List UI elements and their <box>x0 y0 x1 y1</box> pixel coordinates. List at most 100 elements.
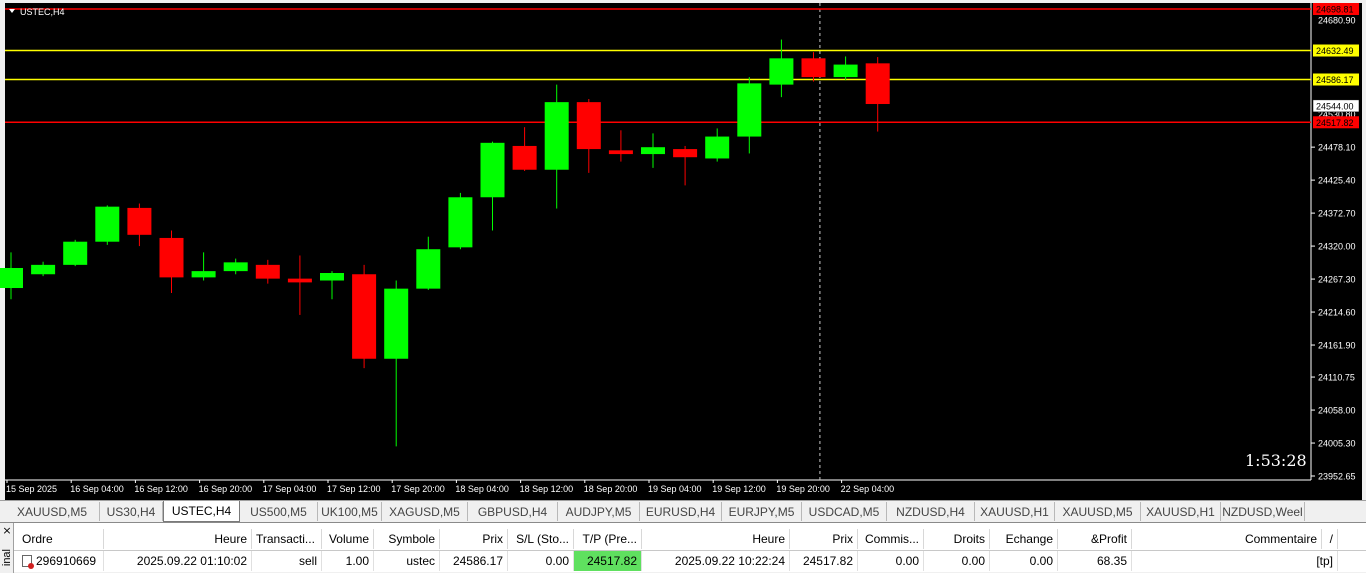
chart-symbol-label: USTEC,H4 <box>20 7 65 17</box>
candle-body <box>255 264 280 279</box>
column-header[interactable]: T/P (Pre... <box>574 529 642 549</box>
price-tick-label: 24478.10 <box>1318 143 1356 153</box>
candle-body <box>127 207 152 235</box>
column-header[interactable]: Prix <box>790 529 858 549</box>
column-header[interactable]: S/L (Sto... <box>508 529 574 549</box>
column-header[interactable]: Prix <box>440 529 508 549</box>
table-cell: 0.00 <box>924 551 990 571</box>
price-level-label: 24698.81 <box>1316 5 1354 15</box>
candle-body <box>608 150 633 155</box>
column-header[interactable]: Commis... <box>858 529 924 549</box>
time-tick-label: 17 Sep 04:00 <box>263 484 317 494</box>
chart-tab[interactable]: NZDUSD,H4 <box>887 502 975 521</box>
chart-tab[interactable]: XAUUSD,H1 <box>1141 502 1221 521</box>
table-cell: 68.35 <box>1058 551 1132 571</box>
price-level-label: 24517.82 <box>1316 118 1354 128</box>
price-tick-label: 24680.90 <box>1318 16 1356 26</box>
price-tick-label: 24320.00 <box>1318 242 1356 252</box>
table-cell: 2025.09.22 10:22:24 <box>642 551 790 571</box>
table-cell: 0.00 <box>990 551 1058 571</box>
chart-window[interactable]: 24005.30 24058.00 24110.75 24161.90 24214.60… <box>0 0 1366 500</box>
table-cell: 0.00 <box>508 551 574 571</box>
candle-body <box>384 288 409 359</box>
table-cell: 1.00 <box>322 551 374 571</box>
candle-body <box>95 206 120 242</box>
candle-body <box>576 102 601 150</box>
table-cell: sell <box>252 551 322 571</box>
chart-tab[interactable]: USTEC,H4 <box>163 501 240 522</box>
chart-tab[interactable]: GBPUSD,H4 <box>468 502 558 521</box>
terminal-label: inal <box>1 549 13 567</box>
chart-tab[interactable]: XAUUSD,M5 <box>5 502 100 521</box>
candle-body <box>801 58 826 78</box>
price-tick-label: 24161.90 <box>1318 341 1356 351</box>
price-tick-label: 24425.40 <box>1318 176 1356 186</box>
column-header[interactable]: Echange <box>990 529 1058 549</box>
candle-body <box>287 278 312 283</box>
candle-body <box>63 241 88 265</box>
table-cell: 24586.17 <box>440 551 508 571</box>
column-header[interactable]: &Profit <box>1058 529 1132 549</box>
chart-plot-area <box>5 3 1311 480</box>
time-tick-label: 18 Sep 12:00 <box>520 484 574 494</box>
table-cell: ustec <box>374 551 440 571</box>
candle-body <box>641 147 665 155</box>
chart-tab[interactable]: XAGUSD,M5 <box>382 502 468 521</box>
terminal-panel: × inal Ordre Heure Transacti... Volume Symbo… <box>0 522 1366 573</box>
table-cell: [tp] <box>1132 551 1338 571</box>
time-tick-label: 16 Sep 04:00 <box>70 484 124 494</box>
chart-tab[interactable]: NZDUSD,Weel <box>1221 502 1305 521</box>
candlestick-chart[interactable]: 24005.30 24058.00 24110.75 24161.90 24214.60… <box>0 0 1366 500</box>
column-header[interactable]: Symbole <box>374 529 440 549</box>
price-tick-label: 24372.70 <box>1318 209 1356 219</box>
time-tick-label: 17 Sep 20:00 <box>391 484 445 494</box>
candle-body <box>31 264 56 275</box>
column-header[interactable]: Droits <box>924 529 990 549</box>
price-tick-label: 24110.75 <box>1318 373 1355 383</box>
chart-tab[interactable]: USDCAD,M5 <box>802 502 887 521</box>
table-cell: 24517.82 <box>574 551 642 571</box>
close-icon[interactable]: × <box>2 525 12 537</box>
chart-tab[interactable]: XAUUSD,H1 <box>975 502 1055 521</box>
chart-tab[interactable]: XAUUSD,M5 <box>1055 502 1141 521</box>
candle-timer: 1:53:28 <box>1245 451 1307 470</box>
candle-body <box>448 197 473 248</box>
price-level-label: 24632.49 <box>1316 46 1354 56</box>
chart-top-border <box>0 0 1366 3</box>
column-header[interactable]: Commentaire <box>1132 529 1322 549</box>
column-header[interactable]: Transacti... <box>252 529 322 549</box>
price-level-label: 24586.17 <box>1316 75 1354 85</box>
candle-body <box>159 237 184 278</box>
chart-tab[interactable]: EURJPY,M5 <box>722 502 802 521</box>
table-cell: 2025.09.22 01:10:02 <box>104 551 252 571</box>
price-tick-label: 24267.30 <box>1318 275 1356 285</box>
time-tick-label: 22 Sep 04:00 <box>841 484 895 494</box>
time-tick-label: 18 Sep 20:00 <box>584 484 638 494</box>
candle-body <box>833 64 858 78</box>
time-tick-label: 15 Sep 2025 <box>6 484 57 494</box>
table-cell: 296910669 <box>14 551 104 571</box>
chart-tab-bar: XAUUSD,M5 US30,H4 USTEC,H4 US500,M5 UK100,M5… <box>0 500 1366 522</box>
column-header[interactable]: Heure <box>642 529 790 549</box>
table-cell: 0.00 <box>858 551 924 571</box>
current-price-label: 24544.00 <box>1316 101 1354 111</box>
candle-body <box>737 83 762 137</box>
column-header[interactable]: Heure <box>104 529 252 549</box>
column-header[interactable]: Ordre <box>14 529 104 549</box>
time-tick-label: 19 Sep 12:00 <box>712 484 766 494</box>
candle-body <box>352 274 377 359</box>
order-icon <box>22 555 34 569</box>
chart-tab[interactable]: US500,M5 <box>240 502 318 521</box>
price-tick-label: 24214.60 <box>1318 308 1356 318</box>
chart-tab[interactable]: UK100,M5 <box>318 502 382 521</box>
candle-body <box>320 272 344 281</box>
time-tick-label: 16 Sep 12:00 <box>134 484 188 494</box>
chart-tab[interactable]: US30,H4 <box>100 502 163 521</box>
column-header[interactable]: Volume <box>322 529 374 549</box>
candle-body <box>480 142 505 198</box>
column-header[interactable]: / <box>1322 529 1338 549</box>
time-tick-label: 16 Sep 20:00 <box>199 484 253 494</box>
candle-body <box>223 262 248 272</box>
chart-tab[interactable]: AUDJPY,M5 <box>558 502 640 521</box>
chart-tab[interactable]: EURUSD,H4 <box>640 502 722 521</box>
